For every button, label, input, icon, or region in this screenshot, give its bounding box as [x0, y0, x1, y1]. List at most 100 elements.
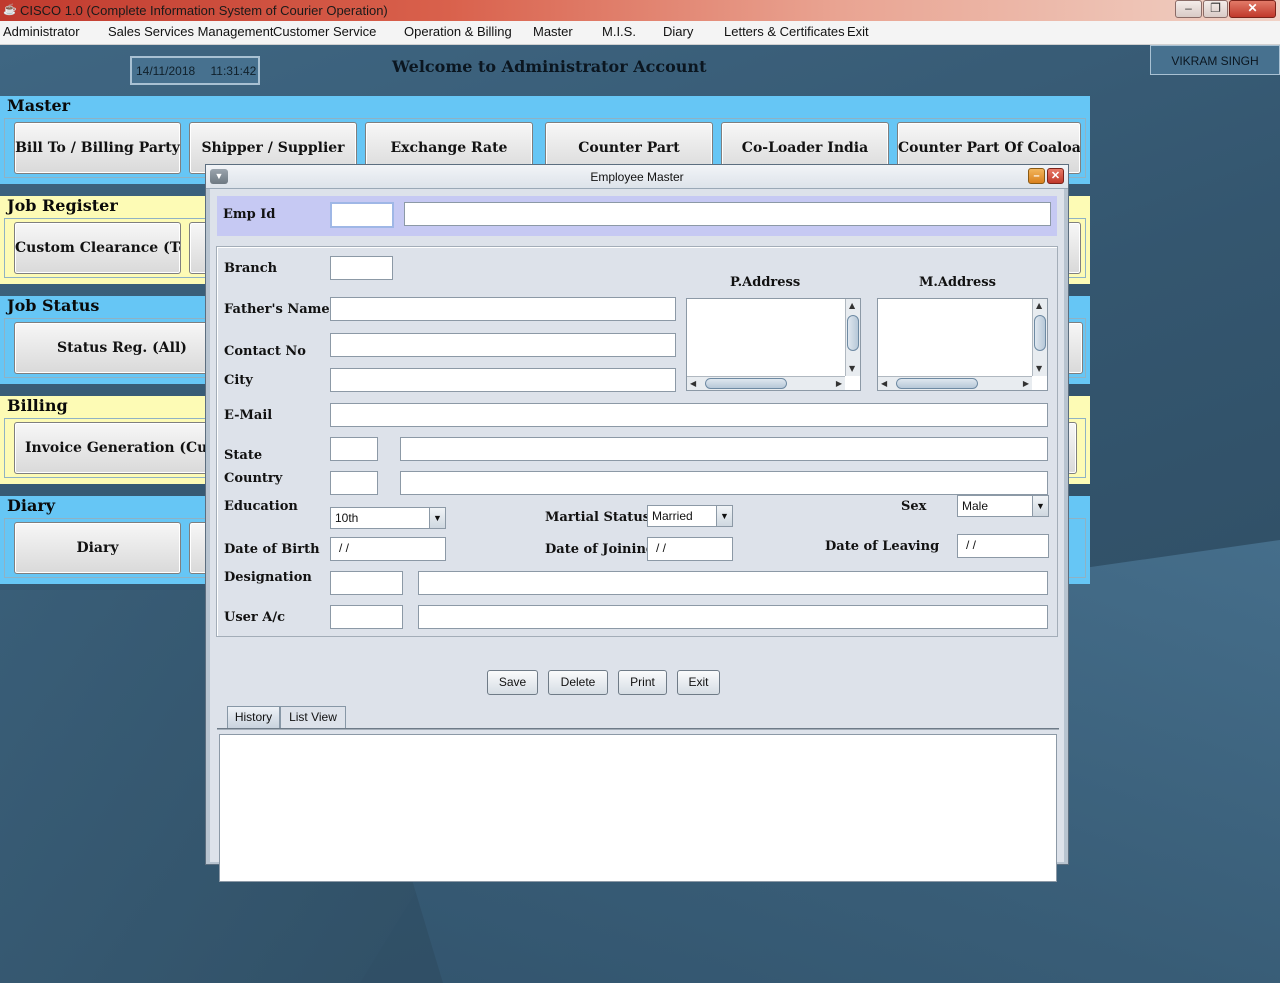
- marital-status-label: Martial Status: [545, 510, 651, 525]
- p-address-textarea[interactable]: ▲ ▼ ◀ ▶: [686, 298, 861, 391]
- scroll-up-icon[interactable]: ▲: [849, 301, 855, 311]
- job-status-button-right[interactable]: [1067, 322, 1083, 374]
- java-app-icon: ☕: [3, 4, 17, 16]
- father-name-input[interactable]: [330, 297, 676, 321]
- scroll-left-icon[interactable]: ◀: [881, 379, 887, 389]
- emp-id-label: Emp Id: [223, 207, 276, 222]
- date-text: 14/11/2018: [136, 64, 196, 78]
- contact-no-label: Contact No: [224, 344, 306, 359]
- dialog-minimize-button[interactable]: –: [1028, 168, 1045, 184]
- chevron-down-icon[interactable]: ▼: [429, 508, 445, 528]
- system-menu-icon[interactable]: ▼: [210, 169, 228, 184]
- branch-input[interactable]: [330, 256, 393, 280]
- window-title: CISCO 1.0 (Complete Information System o…: [20, 3, 388, 18]
- father-name-label: Father's Name: [224, 302, 330, 317]
- scroll-down-icon[interactable]: ▼: [1036, 364, 1042, 374]
- diary-button[interactable]: Diary: [14, 522, 181, 574]
- designation-code-input[interactable]: [330, 571, 403, 595]
- designation-name-input[interactable]: [418, 571, 1048, 595]
- sex-value: Male: [962, 499, 989, 513]
- city-input[interactable]: [330, 368, 676, 392]
- employee-master-dialog: ▼ Employee Master – ✕ Emp Id Branch P.Ad…: [205, 164, 1069, 882]
- doj-label: Date of Joining: [545, 542, 655, 557]
- marital-status-select[interactable]: Married ▼: [647, 505, 733, 527]
- scroll-right-icon[interactable]: ▶: [1023, 379, 1029, 389]
- menu-mis[interactable]: M.I.S.: [602, 24, 636, 39]
- save-button[interactable]: Save: [487, 670, 538, 695]
- employee-form: Branch P.Address M.Address Father's Name…: [216, 246, 1058, 637]
- p-address-label: P.Address: [730, 275, 801, 290]
- emp-id-row: Emp Id: [217, 196, 1057, 236]
- emp-id-input[interactable]: [330, 202, 394, 228]
- dob-input[interactable]: / /: [330, 537, 446, 561]
- dialog-title: Employee Master: [590, 170, 684, 184]
- menu-operation-billing[interactable]: Operation & Billing: [404, 24, 512, 39]
- scroll-thumb[interactable]: [847, 315, 859, 351]
- email-label: E-Mail: [224, 408, 273, 423]
- history-list[interactable]: [219, 734, 1057, 882]
- menu-sales-services[interactable]: Sales Services Management: [108, 24, 273, 39]
- education-value: 10th: [335, 511, 359, 525]
- m-address-hscroll[interactable]: ◀ ▶: [878, 376, 1032, 390]
- contact-no-input[interactable]: [330, 333, 676, 357]
- country-code-input[interactable]: [330, 471, 378, 495]
- menu-diary[interactable]: Diary: [663, 24, 693, 39]
- scroll-right-icon[interactable]: ▶: [836, 379, 842, 389]
- custom-clearance-button[interactable]: Custom Clearance (Temp): [14, 222, 181, 274]
- minimize-button[interactable]: –: [1175, 0, 1202, 18]
- sex-label: Sex: [901, 499, 927, 514]
- p-address-vscroll[interactable]: ▲ ▼: [845, 299, 860, 376]
- country-name-input[interactable]: [400, 471, 1048, 495]
- welcome-title: Welcome to Administrator Account: [392, 57, 707, 76]
- scroll-thumb[interactable]: [896, 378, 978, 389]
- m-address-vscroll[interactable]: ▲ ▼: [1032, 299, 1047, 376]
- menu-administrator[interactable]: Administrator: [3, 24, 80, 39]
- education-select[interactable]: 10th ▼: [330, 507, 446, 529]
- menu-customer-service[interactable]: Customer Service: [273, 24, 376, 39]
- dialog-close-button[interactable]: ✕: [1047, 168, 1064, 184]
- marital-status-value: Married: [652, 509, 693, 523]
- p-address-hscroll[interactable]: ◀ ▶: [687, 376, 845, 390]
- m-address-textarea[interactable]: ▲ ▼ ◀ ▶: [877, 298, 1048, 391]
- job-register-button-right[interactable]: [1067, 222, 1081, 274]
- city-label: City: [224, 373, 253, 388]
- branch-label: Branch: [224, 261, 278, 276]
- dialog-titlebar: ▼ Employee Master – ✕: [206, 165, 1068, 189]
- menu-exit[interactable]: Exit: [847, 24, 869, 39]
- emp-name-input[interactable]: [404, 202, 1051, 226]
- m-address-label: M.Address: [919, 275, 996, 290]
- sex-select[interactable]: Male ▼: [957, 495, 1049, 517]
- scroll-down-icon[interactable]: ▼: [849, 364, 855, 374]
- scroll-left-icon[interactable]: ◀: [690, 379, 696, 389]
- maximize-button[interactable]: ❐: [1203, 0, 1228, 18]
- tab-history[interactable]: History: [227, 706, 280, 728]
- bill-to-button[interactable]: Bill To / Billing Party: [14, 122, 181, 174]
- chevron-down-icon[interactable]: ▼: [716, 506, 732, 526]
- country-label: Country: [224, 471, 283, 486]
- doj-input[interactable]: / /: [647, 537, 733, 561]
- scroll-thumb[interactable]: [1034, 315, 1046, 351]
- status-reg-button[interactable]: Status Reg. (All): [14, 322, 230, 374]
- state-label: State: [224, 448, 263, 463]
- menu-master[interactable]: Master: [533, 24, 573, 39]
- user-name: VIKRAM SINGH: [1150, 45, 1280, 75]
- user-ac-code-input[interactable]: [330, 605, 403, 629]
- dol-input[interactable]: / /: [957, 534, 1049, 558]
- exit-button[interactable]: Exit: [677, 670, 720, 695]
- print-button[interactable]: Print: [618, 670, 667, 695]
- dob-label: Date of Birth: [224, 542, 320, 557]
- state-code-input[interactable]: [330, 437, 378, 461]
- scroll-thumb[interactable]: [705, 378, 787, 389]
- close-button[interactable]: ✕: [1229, 0, 1276, 18]
- chevron-down-icon[interactable]: ▼: [1032, 496, 1048, 516]
- menu-letters-certificates[interactable]: Letters & Certificates: [724, 24, 845, 39]
- time-text: 11:31:42: [210, 64, 257, 78]
- tab-list-view[interactable]: List View: [280, 706, 346, 728]
- delete-button[interactable]: Delete: [548, 670, 608, 695]
- user-ac-name-input[interactable]: [418, 605, 1048, 629]
- menubar: Administrator Sales Services Management …: [0, 21, 1280, 45]
- state-name-input[interactable]: [400, 437, 1048, 461]
- invoice-generation-button[interactable]: Invoice Generation (Custom: [14, 422, 230, 474]
- email-input[interactable]: [330, 403, 1048, 427]
- scroll-up-icon[interactable]: ▲: [1036, 301, 1042, 311]
